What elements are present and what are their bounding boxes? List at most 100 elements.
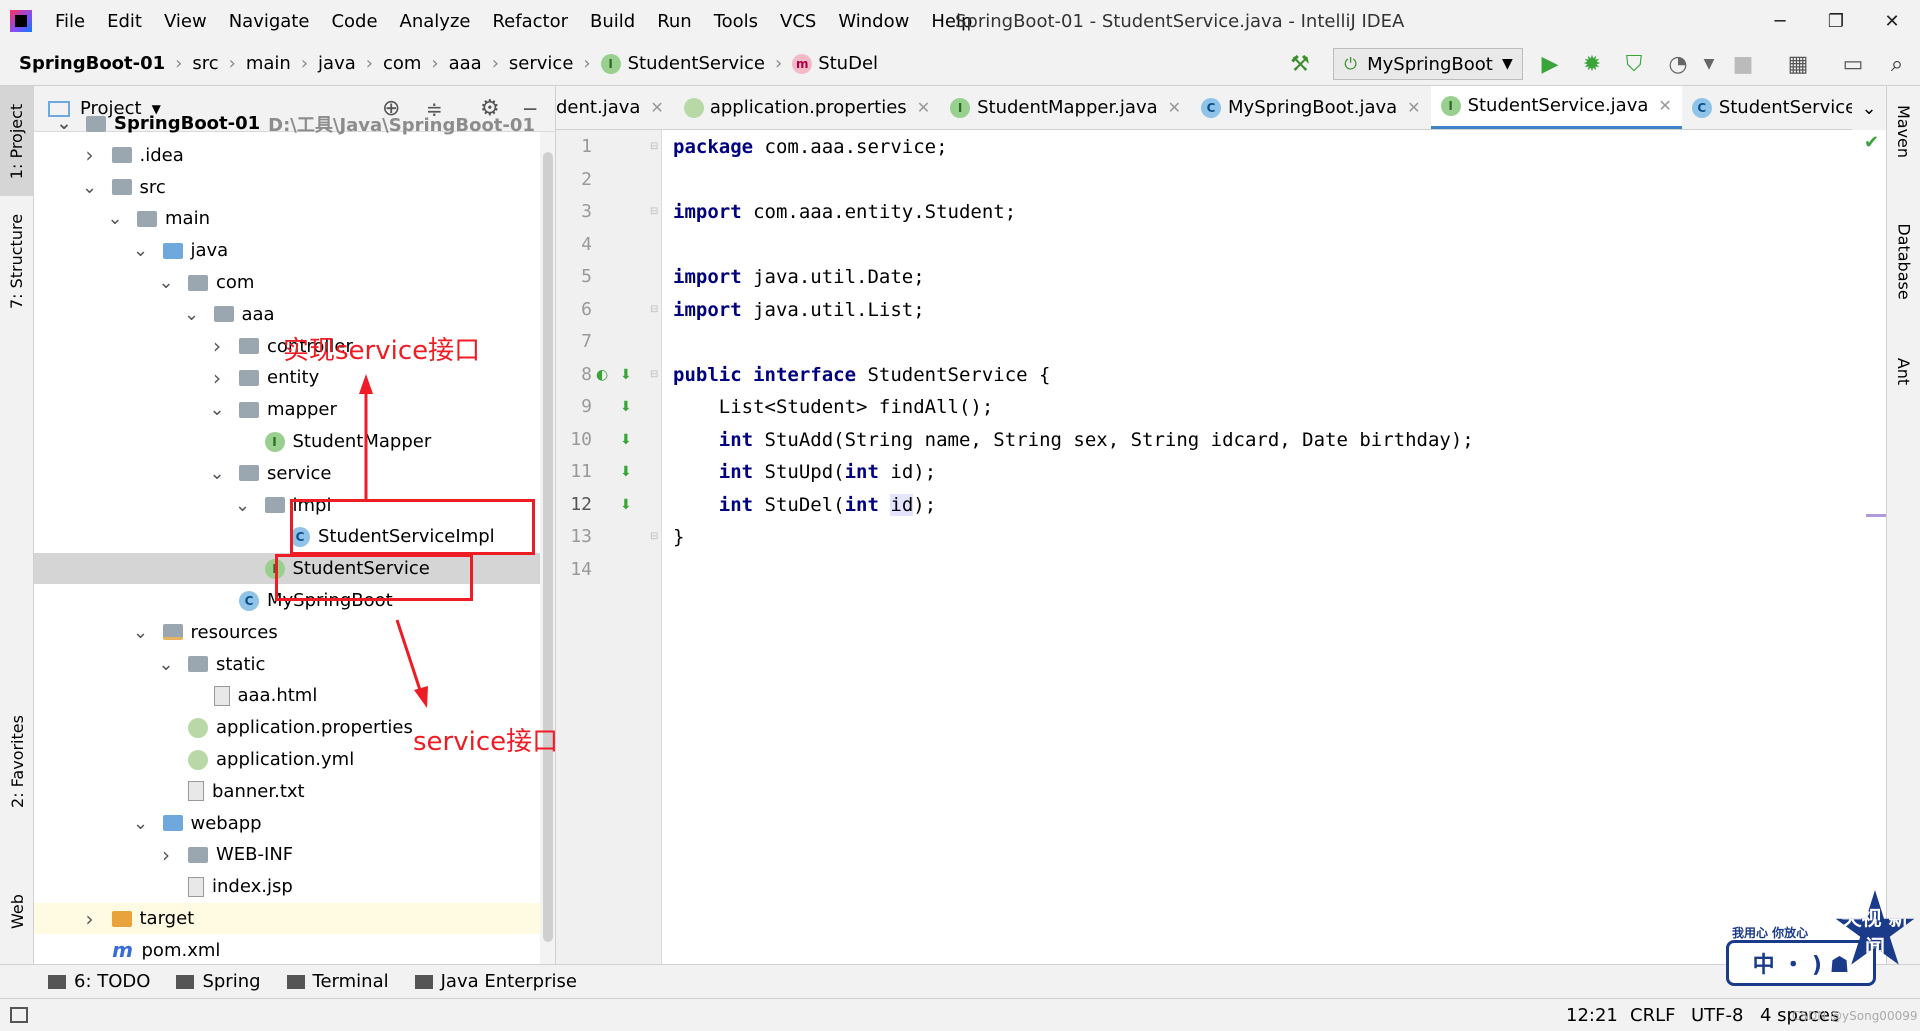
tree-node[interactable]: ⌄ mapper xyxy=(34,394,539,425)
close-window-button[interactable]: ✕ xyxy=(1864,0,1920,42)
tree-node[interactable]: ⌄ SpringBoot-01 D:\工具\Java\SpringBoot-01 xyxy=(34,108,539,139)
breadcrumb-java[interactable]: java xyxy=(314,53,360,74)
chevron-right-icon[interactable]: › xyxy=(82,143,98,167)
chevron-down-icon[interactable]: ⌄ xyxy=(158,272,174,293)
breadcrumb-method[interactable]: m StuDel xyxy=(788,53,882,74)
close-tab-icon[interactable]: ✕ xyxy=(650,98,663,117)
chevron-down-icon[interactable]: ⌄ xyxy=(235,495,251,516)
tree-node[interactable]: ⌄ java xyxy=(34,235,539,266)
layout-icon[interactable]: ▭ xyxy=(1836,47,1870,81)
debug-icon[interactable]: ✹ xyxy=(1575,47,1609,81)
chevron-right-icon[interactable]: › xyxy=(82,907,98,931)
tree-node[interactable]: › entity xyxy=(34,362,539,393)
chevron-down-icon[interactable]: ⌄ xyxy=(209,399,225,420)
stop-icon[interactable]: ■ xyxy=(1726,47,1760,81)
chevron-down-icon[interactable]: ⌄ xyxy=(184,304,200,325)
breadcrumb-project[interactable]: SpringBoot-01 xyxy=(0,53,169,74)
menu-code[interactable]: Code xyxy=(320,0,388,42)
tree-node[interactable]: ⌄ src xyxy=(34,172,539,203)
chevron-down-icon[interactable]: ⌄ xyxy=(82,177,98,198)
favorites-tool-tab[interactable]: 2: Favorites xyxy=(0,706,34,816)
menu-vcs[interactable]: VCS xyxy=(769,0,827,42)
web-tool-tab[interactable]: Web xyxy=(0,876,34,946)
line-separator[interactable]: CRLF xyxy=(1630,999,1675,1031)
file-encoding[interactable]: UTF-8 xyxy=(1691,999,1743,1031)
tree-node[interactable]: › .idea xyxy=(34,140,539,171)
close-tab-icon[interactable]: ✕ xyxy=(1168,98,1181,117)
maven-tool-tab[interactable]: Maven xyxy=(1887,86,1920,176)
implemented-icon[interactable]: ◐ xyxy=(596,359,608,391)
breadcrumb-src[interactable]: src xyxy=(188,53,222,74)
tree-node[interactable]: index.jsp xyxy=(34,871,539,902)
chevron-down-icon[interactable]: ⌄ xyxy=(133,622,149,643)
chevron-down-icon[interactable]: ⌄ xyxy=(209,463,225,484)
close-tab-icon[interactable]: ✕ xyxy=(1407,98,1420,117)
tree-node[interactable]: ⌄ com xyxy=(34,267,539,298)
code-line[interactable]: int StuAdd(String name, String sex, Stri… xyxy=(673,424,1474,456)
implementation-down-icon[interactable]: ⬇ xyxy=(620,424,632,456)
bottom-tool-spring[interactable]: Spring xyxy=(163,971,273,992)
coverage-icon[interactable]: ⛉ xyxy=(1617,47,1651,81)
close-tab-icon[interactable]: ✕ xyxy=(1658,96,1671,115)
bottom-tool-java-enterprise[interactable]: Java Enterprise xyxy=(402,971,590,992)
menu-window[interactable]: Window xyxy=(827,0,920,42)
tree-node[interactable]: ⌄ static xyxy=(34,649,539,680)
code-line[interactable]: import java.util.List; xyxy=(673,294,925,326)
menu-view[interactable]: View xyxy=(153,0,218,42)
close-tab-icon[interactable]: ✕ xyxy=(917,98,930,117)
breadcrumb-com[interactable]: com xyxy=(379,53,425,74)
chevron-right-icon[interactable]: › xyxy=(158,843,174,867)
run-icon[interactable]: ▶ xyxy=(1533,47,1567,81)
no-problems-check-icon[interactable]: ✔ xyxy=(1864,132,1879,153)
project-structure-icon[interactable]: ▦ xyxy=(1781,47,1815,81)
project-scroll-thumb[interactable] xyxy=(543,152,553,942)
editor-tab[interactable]: C MySpringBoot.java ✕ xyxy=(1191,86,1431,129)
menu-tools[interactable]: Tools xyxy=(703,0,769,42)
editor-tab[interactable]: application.properties ✕ xyxy=(674,86,940,129)
menu-run[interactable]: Run xyxy=(646,0,703,42)
fold-marker-icon[interactable]: ⊟ xyxy=(650,359,658,391)
implementation-down-icon[interactable]: ⬇ xyxy=(620,359,632,391)
tree-node[interactable]: m pom.xml xyxy=(34,935,539,964)
tree-node[interactable]: aaa.html xyxy=(34,680,539,711)
project-tool-tab[interactable]: 1: Project xyxy=(0,86,34,196)
menu-file[interactable]: File xyxy=(44,0,96,42)
tree-node[interactable]: banner.txt xyxy=(34,776,539,807)
breadcrumb-class[interactable]: I StudentService xyxy=(597,53,769,74)
code-editor[interactable]: package com.aaa.service; import com.aaa.e… xyxy=(662,130,1886,964)
tab-list-chevron-icon[interactable]: ⌄ xyxy=(1852,86,1886,130)
code-line[interactable]: } xyxy=(673,521,684,553)
code-line[interactable]: import java.util.Date; xyxy=(673,261,925,293)
menu-refactor[interactable]: Refactor xyxy=(481,0,579,42)
editor-tab[interactable]: dent.java ✕ xyxy=(556,86,674,129)
chevron-down-icon[interactable]: ⌄ xyxy=(107,208,123,229)
tree-node[interactable]: ⌄ aaa xyxy=(34,299,539,330)
chevron-down-icon[interactable]: ⌄ xyxy=(56,113,72,134)
tree-node[interactable]: ⌄ main xyxy=(34,203,539,234)
database-tool-tab[interactable]: Database xyxy=(1887,206,1920,316)
fold-marker-icon[interactable]: ⊟ xyxy=(650,131,658,163)
maximize-button[interactable]: ❐ xyxy=(1808,0,1864,42)
bottom-tool-terminal[interactable]: Terminal xyxy=(274,971,402,992)
editor-tab[interactable]: I StudentMapper.java ✕ xyxy=(940,86,1191,129)
ant-tool-tab[interactable]: Ant xyxy=(1887,336,1920,406)
chevron-down-icon[interactable]: ⌄ xyxy=(133,240,149,261)
hammer-icon[interactable]: ⚒ xyxy=(1283,47,1317,81)
chevron-right-icon[interactable]: › xyxy=(209,334,225,358)
chevron-down-icon[interactable]: ⌄ xyxy=(133,813,149,834)
implementation-down-icon[interactable]: ⬇ xyxy=(620,391,632,423)
breadcrumb-service[interactable]: service xyxy=(505,53,577,74)
profile-icon[interactable]: ◔ xyxy=(1661,47,1695,81)
code-line[interactable]: import com.aaa.entity.Student; xyxy=(673,196,1016,228)
run-configuration-select[interactable]: ⏻ MySpringBoot ▼ xyxy=(1333,48,1523,80)
bottom-tool-6-todo[interactable]: 6: TODO xyxy=(0,971,163,992)
menu-navigate[interactable]: Navigate xyxy=(218,0,321,42)
menu-build[interactable]: Build xyxy=(579,0,646,42)
tree-node[interactable]: ⌄ service xyxy=(34,458,539,489)
tree-node[interactable]: I StudentMapper xyxy=(34,426,539,457)
menu-edit[interactable]: Edit xyxy=(96,0,153,42)
tool-windows-toggle-icon[interactable] xyxy=(10,1007,28,1023)
breadcrumb-main[interactable]: main xyxy=(242,53,295,74)
menu-analyze[interactable]: Analyze xyxy=(389,0,482,42)
code-line[interactable]: public interface StudentService { xyxy=(673,359,1051,391)
